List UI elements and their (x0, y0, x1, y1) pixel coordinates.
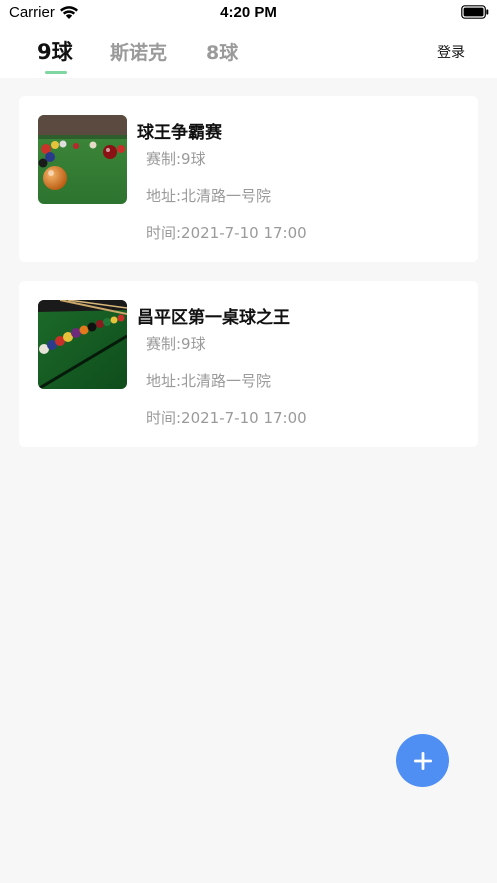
battery-icon (461, 5, 489, 19)
event-list: 球王争霸赛 赛制:9球 地址:北清路一号院 时间:2021-7-10 17:00 (19, 96, 478, 466)
event-time: 时间:2021-7-10 17:00 (146, 224, 307, 242)
active-tab-indicator (45, 71, 67, 74)
tab-9-ball[interactable]: 9球 (37, 36, 73, 66)
event-address: 地址:北清路一号院 (146, 187, 272, 205)
plus-icon (413, 751, 432, 770)
billiard-balls-photo (38, 115, 127, 204)
app-screen: Carrier 4:20 PM 9球 斯诺克 8球 登录 球王争霸赛 赛制:9球… (0, 0, 497, 883)
event-format: 赛制:9球 (146, 335, 206, 353)
event-title: 昌平区第一桌球之王 (137, 308, 290, 328)
event-card[interactable]: 昌平区第一桌球之王 赛制:9球 地址:北清路一号院 时间:2021-7-10 1… (19, 281, 478, 447)
tab-snooker[interactable]: 斯诺克 (110, 38, 167, 65)
event-address: 地址:北清路一号院 (146, 372, 272, 390)
status-time: 4:20 PM (220, 4, 277, 21)
login-button[interactable]: 登录 (437, 42, 465, 62)
event-card[interactable]: 球王争霸赛 赛制:9球 地址:北清路一号院 时间:2021-7-10 17:00 (19, 96, 478, 262)
status-bar: Carrier 4:20 PM (0, 0, 497, 26)
tab-bar: 9球 斯诺克 8球 登录 (0, 26, 497, 78)
billiard-rack-photo (38, 300, 127, 389)
event-thumbnail (38, 300, 127, 389)
event-time: 时间:2021-7-10 17:00 (146, 409, 307, 427)
event-format: 赛制:9球 (146, 150, 206, 168)
tab-8-ball[interactable]: 8球 (206, 38, 238, 65)
add-event-button[interactable] (396, 734, 449, 787)
event-title: 球王争霸赛 (137, 123, 222, 143)
event-thumbnail (38, 115, 127, 204)
